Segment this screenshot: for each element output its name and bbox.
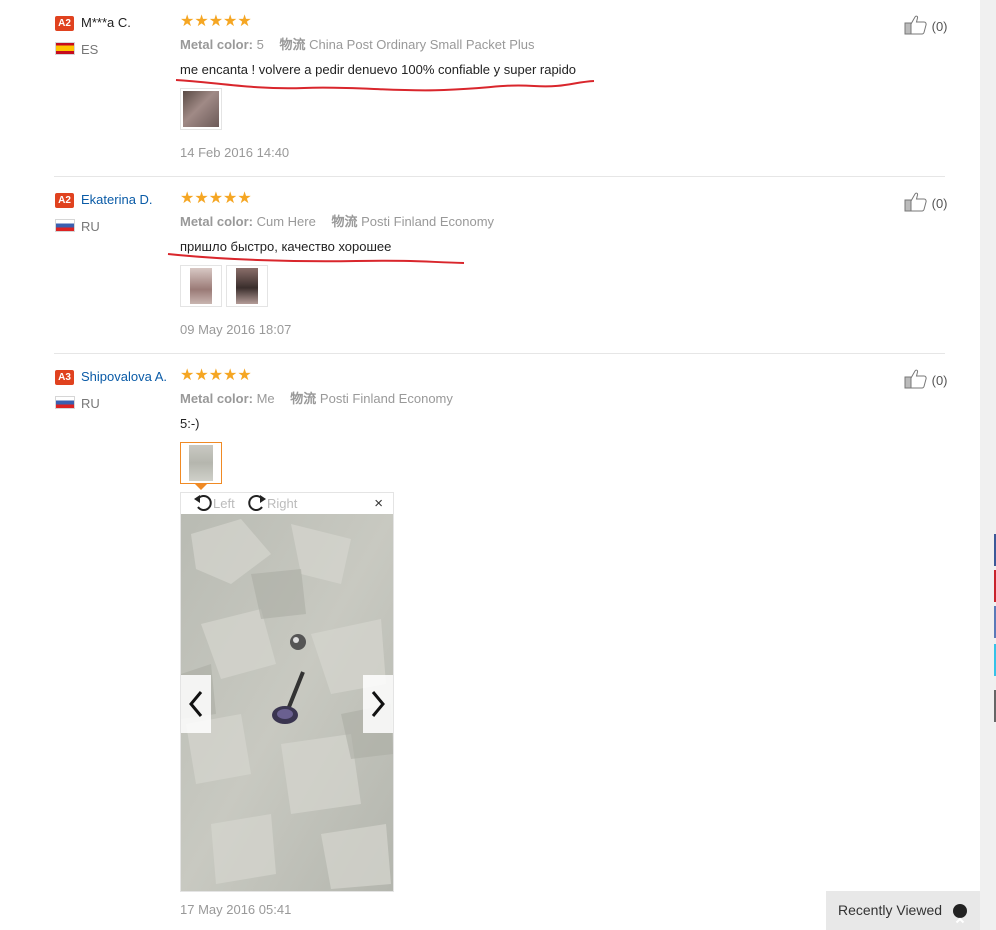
review-date: 14 Feb 2016 14:40 bbox=[180, 145, 290, 160]
previous-photo-button[interactable] bbox=[181, 675, 211, 733]
buyer-name[interactable]: Ekaterina D. bbox=[81, 191, 153, 209]
buyer-name: M***a C. bbox=[81, 15, 131, 30]
buyer-country: ES bbox=[81, 42, 99, 57]
country-flag-icon bbox=[55, 42, 75, 55]
review-text: 5:-) bbox=[180, 416, 200, 431]
star-rating: ★★★★★ bbox=[180, 367, 252, 384]
review-photo-thumbnail[interactable] bbox=[180, 265, 222, 307]
rotate-right-icon bbox=[248, 495, 266, 511]
review-divider bbox=[54, 176, 945, 177]
recently-viewed-label: Recently Viewed bbox=[838, 902, 943, 918]
logistics-value: Posti Finland Economy bbox=[361, 214, 495, 229]
review-attributes: Metal color: 5 物流 China Post Ordinary Sm… bbox=[180, 37, 535, 53]
buyer-level-badge: A2 bbox=[55, 16, 74, 31]
country-flag-icon bbox=[55, 219, 75, 232]
review-date: 17 May 2016 05:41 bbox=[180, 902, 292, 917]
page-side-gutter bbox=[980, 0, 996, 930]
buyer-country: RU bbox=[81, 219, 100, 234]
country-flag-icon bbox=[55, 396, 75, 409]
chevron-up-icon bbox=[953, 904, 967, 924]
selected-photo-caret bbox=[195, 484, 207, 490]
helpful-count: (0) bbox=[931, 19, 948, 34]
rotate-left-icon bbox=[194, 495, 212, 511]
rotate-right-label: Right bbox=[267, 496, 298, 511]
next-photo-button[interactable] bbox=[363, 675, 393, 733]
buyer-name[interactable]: Shipovalova A. bbox=[81, 368, 167, 386]
helpful-button[interactable]: (0) bbox=[904, 192, 948, 213]
logistics-label: 物流 bbox=[290, 391, 317, 406]
chevron-left-icon bbox=[189, 691, 203, 717]
star-rating: ★★★★★ bbox=[180, 13, 252, 30]
review-divider bbox=[54, 353, 945, 354]
metal-color-value: Me bbox=[256, 391, 275, 406]
photo-viewer-toolbar: Left Right × bbox=[181, 493, 393, 513]
logistics-value: Posti Finland Economy bbox=[319, 391, 453, 406]
rotate-left-button[interactable]: Left bbox=[193, 493, 235, 514]
review-date: 09 May 2016 18:07 bbox=[180, 322, 292, 337]
review-photo-large bbox=[181, 514, 393, 891]
thumbs-up-icon bbox=[904, 369, 927, 389]
metal-color-label: Metal color: bbox=[180, 391, 253, 406]
buyer-level-badge: A2 bbox=[55, 193, 74, 208]
thumbs-up-icon bbox=[904, 15, 927, 35]
buyer-level-badge: A3 bbox=[55, 370, 74, 385]
logistics-label: 物流 bbox=[331, 214, 358, 229]
buyer-country: RU bbox=[81, 396, 100, 411]
metal-color-label: Metal color: bbox=[180, 37, 253, 52]
metal-color-label: Metal color: bbox=[180, 214, 253, 229]
red-underline-annotation bbox=[175, 79, 595, 92]
review-attributes: Metal color: Me 物流 Posti Finland Economy bbox=[180, 391, 453, 407]
chevron-right-icon bbox=[371, 691, 385, 717]
logistics-label: 物流 bbox=[279, 37, 306, 52]
photo-viewer: Left Right × bbox=[180, 492, 394, 892]
review-photo-thumbnail-selected[interactable] bbox=[180, 442, 222, 484]
review-photo-thumbnail[interactable] bbox=[180, 88, 222, 130]
review-photo-thumbnail[interactable] bbox=[226, 265, 268, 307]
helpful-count: (0) bbox=[931, 373, 948, 388]
recently-viewed-button[interactable]: Recently Viewed bbox=[826, 891, 980, 930]
helpful-button[interactable]: (0) bbox=[904, 369, 948, 390]
helpful-button[interactable]: (0) bbox=[904, 15, 948, 36]
rotate-right-button[interactable]: Right bbox=[247, 493, 297, 514]
metal-color-value: 5 bbox=[256, 37, 264, 52]
photo-image bbox=[181, 514, 393, 891]
helpful-count: (0) bbox=[931, 196, 948, 211]
logistics-value: China Post Ordinary Small Packet Plus bbox=[309, 37, 535, 52]
thumbs-up-icon bbox=[904, 192, 927, 212]
star-rating: ★★★★★ bbox=[180, 190, 252, 207]
close-viewer-button[interactable]: × bbox=[374, 495, 383, 513]
rotate-left-label: Left bbox=[213, 496, 235, 511]
review-attributes: Metal color: Cum Here 物流 Posti Finland E… bbox=[180, 214, 494, 230]
metal-color-value: Cum Here bbox=[256, 214, 316, 229]
